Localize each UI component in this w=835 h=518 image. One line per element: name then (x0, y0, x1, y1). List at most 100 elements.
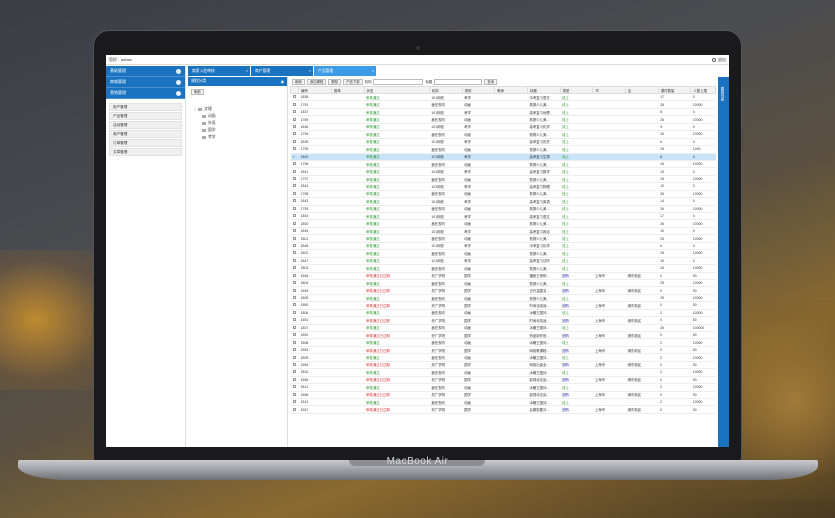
checkbox-icon[interactable] (292, 147, 296, 151)
row-checkbox[interactable] (290, 167, 299, 176)
table-row[interactable]: 1812 审核通过 鑫在视坊 动画 冰暖王国问... 线上 2 10000 (290, 398, 716, 407)
checkbox-icon[interactable] (292, 325, 296, 329)
row-checkbox[interactable] (290, 383, 299, 392)
table-row[interactable]: 1810 审核通过 鑫在视坊 动画 冰暖王国问... 线上 2 10000 (290, 368, 716, 377)
checkbox-icon[interactable] (292, 362, 296, 366)
row-checkbox[interactable] (290, 212, 299, 221)
row-checkbox[interactable] (290, 301, 299, 310)
row-checkbox[interactable] (290, 93, 299, 102)
column-header[interactable]: 类别 (461, 86, 496, 94)
row-checkbox[interactable] (290, 361, 299, 370)
row-checkbox[interactable] (290, 130, 299, 139)
table-row[interactable]: 1805 审核通过 鑫在视坊 动画 勤携少儿美... 线上 25 10000 (290, 294, 716, 303)
table-row[interactable]: 1550 审核通过已过期 央广学院 国学 时间化攻适... 团购 上海市 浦东新区 0 50 (290, 301, 716, 310)
column-header[interactable]: 类型 (559, 86, 594, 94)
checkbox-icon[interactable] (292, 139, 296, 143)
column-header[interactable]: 区 (625, 86, 659, 94)
checkbox-icon[interactable] (292, 303, 296, 307)
checkbox-icon[interactable] (292, 355, 296, 359)
checkbox-icon[interactable] (292, 124, 296, 128)
row-checkbox[interactable] (290, 108, 299, 117)
tree-node-child[interactable]: 动画 (202, 113, 287, 120)
row-checkbox[interactable] (290, 205, 299, 214)
org-select[interactable] (373, 78, 424, 85)
row-checkbox[interactable] (290, 272, 299, 280)
checkbox-icon[interactable] (292, 251, 296, 255)
sidebar-item-activities[interactable]: 活动管理 (109, 121, 182, 129)
table-row[interactable]: 1837 审核通过 101网校 考学 高考复习地理 线上 8 0 (290, 108, 716, 117)
checkbox-icon[interactable] (292, 258, 296, 262)
table-row[interactable]: 1847 审核通过 101网校 考学 高考复习试听 线上 10 0 (290, 257, 716, 266)
column-header[interactable]: 编号 (298, 86, 332, 94)
sidebar-item-merchants[interactable]: 商户管理 (109, 130, 182, 138)
row-checkbox[interactable] (290, 405, 299, 414)
row-checkbox[interactable] (290, 234, 299, 243)
checkbox-icon[interactable] (292, 392, 296, 396)
tab-product-manage[interactable]: 产品管理 × (314, 66, 376, 76)
table-row[interactable]: 1552 审核通过已过期 央广学院 国学 热品制作班... 团购 上海市 浦东新区 0 50 (290, 331, 716, 340)
table-row[interactable]: 1842 审核通过 101网校 考学 高考复习物理 线上 10 0 (290, 182, 716, 191)
close-icon[interactable]: × (246, 69, 248, 73)
column-header[interactable]: 人数上限 (690, 86, 716, 94)
row-checkbox[interactable] (290, 331, 299, 340)
row-checkbox[interactable] (290, 257, 299, 266)
table-row[interactable]: 1798 审核通过 鑫在视坊 动画 勤携少儿美... 线上 26 10000 (290, 190, 716, 199)
add-course-button[interactable]: 添加课程 (306, 78, 327, 85)
row-checkbox[interactable] (290, 353, 299, 362)
column-header[interactable]: 机构 (428, 86, 463, 94)
table-row[interactable]: 1557 审核通过已过期 央广学院 国学 后期剪要分... 团购 上海市 浦东新区 0 50 (290, 405, 716, 414)
column-header[interactable]: 状态 (363, 86, 430, 94)
table-row[interactable]: 1809 审核通过 鑫在视坊 动画 冰暖王国问... 线上 2 10000 (290, 353, 716, 362)
row-checkbox[interactable] (290, 242, 299, 251)
checkbox-icon[interactable] (292, 169, 296, 173)
table-row[interactable]: 1554 审核通过已过期 央广学院 国学 网络出量全... 团购 上海市 浦东新区 0 50 (290, 361, 716, 370)
title-input[interactable] (434, 78, 483, 85)
table-row[interactable]: 1845 审核通过 101网校 考学 高考复习政治 线上 10 0 (290, 227, 716, 236)
sidebar-item-products[interactable]: 产品管理 (109, 112, 182, 120)
table-row[interactable]: 1803 审核通过 鑫在视坊 动画 勤携少儿美... 线上 26 10000 (290, 264, 716, 273)
expand-icon[interactable]: − (194, 108, 196, 112)
table-row[interactable]: 1841 审核通过 101网校 考学 高考复习数学 线上 13 0 (290, 167, 716, 176)
checkbox-icon[interactable] (292, 110, 296, 114)
refresh-button[interactable]: 刷新 (292, 78, 305, 85)
table-row[interactable]: 1555 审核通过已过期 央广学院 国学 影视化论品... 团购 上海市 浦东新区 0 50 (290, 376, 716, 385)
tree-node-child[interactable]: 外语 (202, 120, 287, 127)
row-checkbox[interactable] (290, 249, 299, 258)
table-row[interactable]: 1802 审核通过 鑫在视坊 动画 勤携少儿美... 线上 26 10000 (290, 249, 716, 258)
column-header[interactable]: 教师 (494, 86, 528, 94)
row-checkbox[interactable] (290, 190, 299, 199)
row-checkbox[interactable] (290, 175, 299, 184)
table-row[interactable]: 1553 审核通过已过期 央广学院 国学 网络教课程... 团购 上海市 浦东新区 0 50 (290, 346, 716, 355)
table-row[interactable]: 1799 审核通过 鑫在视坊 动画 勤携少儿美... 线上 26 10000 (290, 205, 716, 214)
row-checkbox[interactable] (290, 346, 299, 355)
table-row[interactable]: 1549 审核通过已过期 央广学院 国学 古代温整名... 团购 上海市 浦东新区 0 50 (290, 286, 716, 295)
right-side-panel[interactable]: 图层列表 (718, 77, 729, 447)
tree-node-child[interactable]: 国学 (202, 127, 287, 134)
collapse-icon[interactable]: ◉ (281, 79, 284, 84)
table-row[interactable]: 1794 审核通过 鑫在视坊 动画 勤携少儿美... 线上 26 10000 (290, 130, 716, 139)
checkbox-icon[interactable] (292, 95, 296, 99)
row-checkbox[interactable] (290, 227, 299, 236)
table-row[interactable]: 1835 审核通过 101网校 考学 高考复习历史 线上 6 0 (290, 138, 716, 147)
checkbox-icon[interactable] (292, 243, 296, 247)
row-checkbox[interactable] (290, 368, 299, 377)
checkbox-icon[interactable] (292, 333, 296, 337)
checkbox-icon[interactable] (292, 177, 296, 181)
table-row[interactable]: ✓ 1840 审核通过 101网校 考学 高考复习生物 线上 8 0 (290, 153, 716, 161)
sidebar-item-orders[interactable]: 订单管理 (109, 139, 182, 147)
table-row[interactable]: 1807 审核通过 鑫在视坊 动画 冰暖王国问... 线上 26 100000 (290, 324, 716, 333)
checkbox-icon[interactable] (292, 407, 296, 411)
tree-node-child[interactable]: 考学 (202, 134, 287, 141)
row-checkbox[interactable] (290, 123, 299, 132)
column-header[interactable]: 课件数量 (657, 86, 692, 94)
checkbox-icon[interactable] (292, 102, 296, 106)
checkbox-icon[interactable] (292, 318, 296, 322)
table-row[interactable]: 1548 审核通过已过期 央广学院 国学 疆医王师院... 团购 上海市 浦东新区 0 50 (290, 272, 716, 280)
tree-node-root[interactable]: − 文理 (194, 106, 287, 113)
exit-button[interactable]: 退出 (712, 57, 726, 63)
row-checkbox[interactable] (290, 160, 299, 169)
checkbox-icon[interactable] (292, 266, 296, 270)
table-row[interactable]: 1792 审核通过 鑫在视坊 动画 勤携少儿美... 线上 26 10000 (290, 100, 716, 109)
table-row[interactable]: 1804 审核通过 鑫在视坊 动画 勤携少儿美... 线上 25 10000 (290, 279, 716, 288)
checkbox-icon[interactable] (292, 296, 296, 300)
